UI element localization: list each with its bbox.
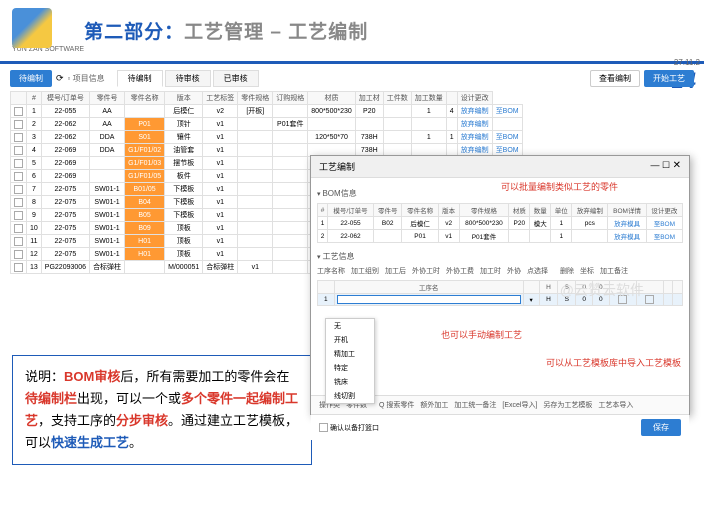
table-row[interactable]: 122-055AA后模仁v2[开板]800*500*230P2014放弃编制至B… (11, 105, 523, 118)
footer-action[interactable]: 额外加工 (420, 400, 448, 410)
annotation-manual: 也可以手动编制工艺 (441, 328, 522, 341)
dropdown-item[interactable]: 无 (326, 319, 374, 333)
dropdown-item[interactable]: 铣床 (326, 375, 374, 389)
option-checkbox[interactable] (618, 295, 627, 304)
option-checkbox[interactable] (645, 295, 654, 304)
ws-column-label: 工序名称 (317, 266, 345, 276)
page-header: YUN ZAN SOFTWARE 第二部分：工艺管理 – 工艺编制 (0, 0, 704, 64)
row-checkbox[interactable] (11, 261, 27, 274)
row-checkbox[interactable] (11, 209, 27, 222)
explanation-box: 说明：BOM审核后，所有需要加工的零件会在待编制栏出现，可以一个或多个零件一起编… (12, 355, 312, 465)
col-header (446, 92, 457, 105)
ws-column-label: 坐标 (580, 266, 594, 276)
close-icon[interactable]: ✕ (673, 160, 681, 171)
col-header: 零件号 (90, 92, 125, 105)
row-checkbox[interactable] (11, 105, 27, 118)
row-checkbox[interactable] (11, 222, 27, 235)
col-header: 加工材 (355, 92, 383, 105)
ws-column-label: 加工时 (480, 266, 501, 276)
row-checkbox[interactable] (11, 248, 27, 261)
dropdown-trigger[interactable]: ▾ (523, 294, 539, 306)
col-header: 零件规格 (238, 92, 273, 105)
col-header: 零件名称 (125, 92, 165, 105)
tab-done[interactable]: 已审核 (213, 70, 259, 87)
tab-review[interactable]: 待审核 (165, 70, 211, 87)
ws-column-label: 加工备注 (600, 266, 628, 276)
row-checkbox[interactable] (11, 157, 27, 170)
refresh-icon[interactable]: ⟳ (56, 73, 64, 84)
table-row[interactable]: 222-062AAP01顶针v1P01套件放弃编制 (11, 118, 523, 131)
col-header: 设计更改 (457, 92, 492, 105)
minimize-icon[interactable]: — (651, 160, 660, 170)
toolbar: 待编制 ⟳ ▫ 项目信息 待编制 待审核 已审核 查看编制 开始工艺 (10, 70, 694, 87)
dropdown-item[interactable]: 线切割 (326, 389, 374, 403)
dialog-controls: — ☐ ✕ (651, 160, 682, 173)
table-row[interactable]: 122-055B02后模仁v2800*500*230P20模大1pcs放弃模具至… (318, 217, 683, 230)
row-checkbox[interactable] (11, 131, 27, 144)
col-header: 模号/订单号 (41, 92, 89, 105)
footer-action[interactable]: [Excel导入] (502, 400, 537, 410)
project-filter[interactable]: ▫ 项目信息 (68, 73, 105, 84)
ws-column-label: 外协工时 (412, 266, 440, 276)
ws-column-label: 点选择 (527, 266, 548, 276)
bom-section-toggle[interactable]: BOM信息 (317, 188, 683, 199)
workstep-grid: 工序名HS00 1 ▾ HS00 (317, 280, 683, 306)
col-header: 加工数量 (411, 92, 446, 105)
row-checkbox[interactable] (11, 196, 27, 209)
tab-pending[interactable]: 待编制 (117, 70, 163, 87)
bom-table: #模号/订单号零件号零件名称版本零件规格材质数量单位放弃编制BOM详情设计更改 … (317, 203, 683, 243)
view-edit-button[interactable]: 查看编制 (590, 70, 640, 87)
row-checkbox[interactable] (11, 183, 27, 196)
start-process-button[interactable]: 开始工艺 (644, 70, 694, 87)
col-header: 订购规格 (273, 92, 308, 105)
col-header: 材质 (308, 92, 356, 105)
row-checkbox[interactable] (11, 144, 27, 157)
col-header: 工件数 (383, 92, 411, 105)
pending-button[interactable]: 待编制 (10, 70, 52, 87)
save-button[interactable]: 保存 (641, 419, 681, 436)
annotation-batch: 可以批量编制类似工艺的零件 (501, 180, 618, 193)
logo: YUN ZAN SOFTWARE (12, 8, 84, 53)
maximize-icon[interactable]: ☐ (662, 160, 670, 170)
footer-action[interactable]: 另存为工艺模板 (543, 400, 592, 410)
status-tabs: 待编制 待审核 已审核 (117, 70, 259, 87)
row-checkbox[interactable] (11, 170, 27, 183)
ws-column-label: 删除 (560, 266, 574, 276)
col-header: 版本 (165, 92, 203, 105)
table-row[interactable]: 322-062DDAS01镶件v1120*50*70738H11放弃编制至BOM (11, 131, 523, 144)
confirm-checkbox[interactable]: 确认以备打篮口 (319, 423, 379, 433)
table-row[interactable]: 222-062P01v1P01套件1放弃模具至BOM (318, 230, 683, 243)
workstep-name-input[interactable] (337, 295, 521, 304)
workstep-columns: 工序名称加工组别加工后外协工时外协工费加工时外协点选择 删除坐标加工备注 (317, 266, 683, 276)
workstep-dropdown: 无开机精加工特定铣床线切割 (325, 318, 375, 404)
process-edit-dialog: 工艺编制 — ☐ ✕ BOM信息 可以批量编制类似工艺的零件 #模号/订单号零件… (310, 155, 690, 415)
footer-action[interactable]: Q 搜索零件 (379, 400, 414, 410)
dropdown-item[interactable]: 开机 (326, 333, 374, 347)
dialog-title: 工艺编制 (319, 160, 355, 173)
col-header: # (27, 92, 42, 105)
page-title: 第二部分：工艺管理 – 工艺编制 (84, 17, 368, 44)
col-header: 工艺标签 (203, 92, 238, 105)
col-header (11, 92, 27, 105)
row-checkbox[interactable] (11, 118, 27, 131)
annotation-template: 可以从工艺模板库中导入工艺模板 (546, 356, 681, 369)
row-checkbox[interactable] (11, 235, 27, 248)
dropdown-item[interactable]: 特定 (326, 361, 374, 375)
ws-column-label: 外协 (507, 266, 521, 276)
process-section-toggle[interactable]: 工艺信息 (317, 251, 683, 262)
ws-column-label: 加工组别 (351, 266, 379, 276)
dropdown-item[interactable]: 精加工 (326, 347, 374, 361)
footer-action[interactable]: 工艺本导入 (598, 400, 633, 410)
ws-column-label: 外协工费 (446, 266, 474, 276)
ws-column-label: 加工后 (385, 266, 406, 276)
dialog-header: 工艺编制 — ☐ ✕ (311, 156, 689, 178)
footer-action[interactable]: 加工统一备注 (454, 400, 496, 410)
